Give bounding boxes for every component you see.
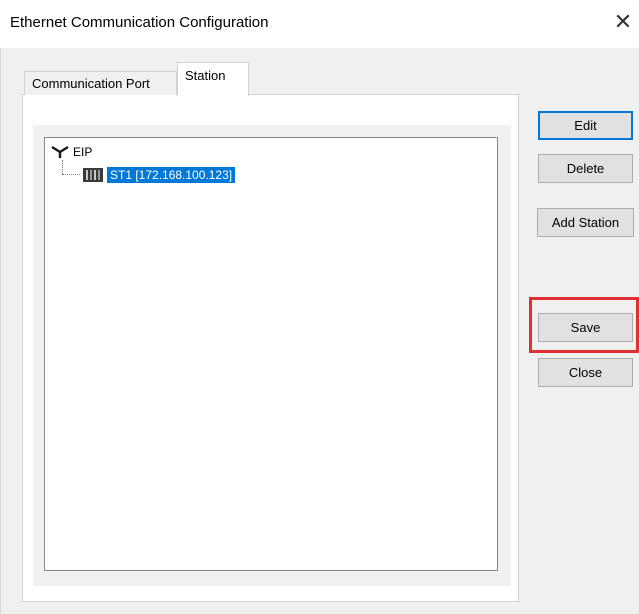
tree-node-label: ST1 [172.168.100.123] bbox=[107, 167, 236, 183]
tab-station[interactable]: Station bbox=[177, 62, 249, 96]
station-icon bbox=[83, 168, 103, 182]
tree-connector bbox=[62, 160, 63, 174]
tree-node-station[interactable]: ST1 [172.168.100.123] bbox=[82, 166, 236, 184]
edit-button[interactable]: Edit bbox=[538, 111, 633, 140]
tree-node-label: EIP bbox=[73, 145, 93, 159]
delete-button[interactable]: Delete bbox=[538, 154, 633, 183]
antenna-icon bbox=[51, 145, 69, 158]
window-border bbox=[0, 48, 1, 614]
title-bar: Ethernet Communication Configuration ✕ bbox=[0, 0, 639, 48]
tree-connector bbox=[62, 174, 80, 175]
tab-communication-port[interactable]: Communication Port bbox=[24, 71, 177, 95]
config-dialog: Ethernet Communication Configuration ✕ C… bbox=[0, 0, 639, 614]
close-button[interactable]: Close bbox=[538, 358, 633, 387]
save-highlight-box bbox=[529, 297, 639, 353]
tree-node-eip[interactable]: EIP bbox=[51, 144, 92, 160]
dialog-title: Ethernet Communication Configuration bbox=[10, 14, 269, 31]
close-icon[interactable]: ✕ bbox=[611, 10, 635, 34]
station-tree[interactable]: EIP ST1 [172.168.100.123] bbox=[44, 137, 498, 571]
add-station-button[interactable]: Add Station bbox=[537, 208, 634, 237]
